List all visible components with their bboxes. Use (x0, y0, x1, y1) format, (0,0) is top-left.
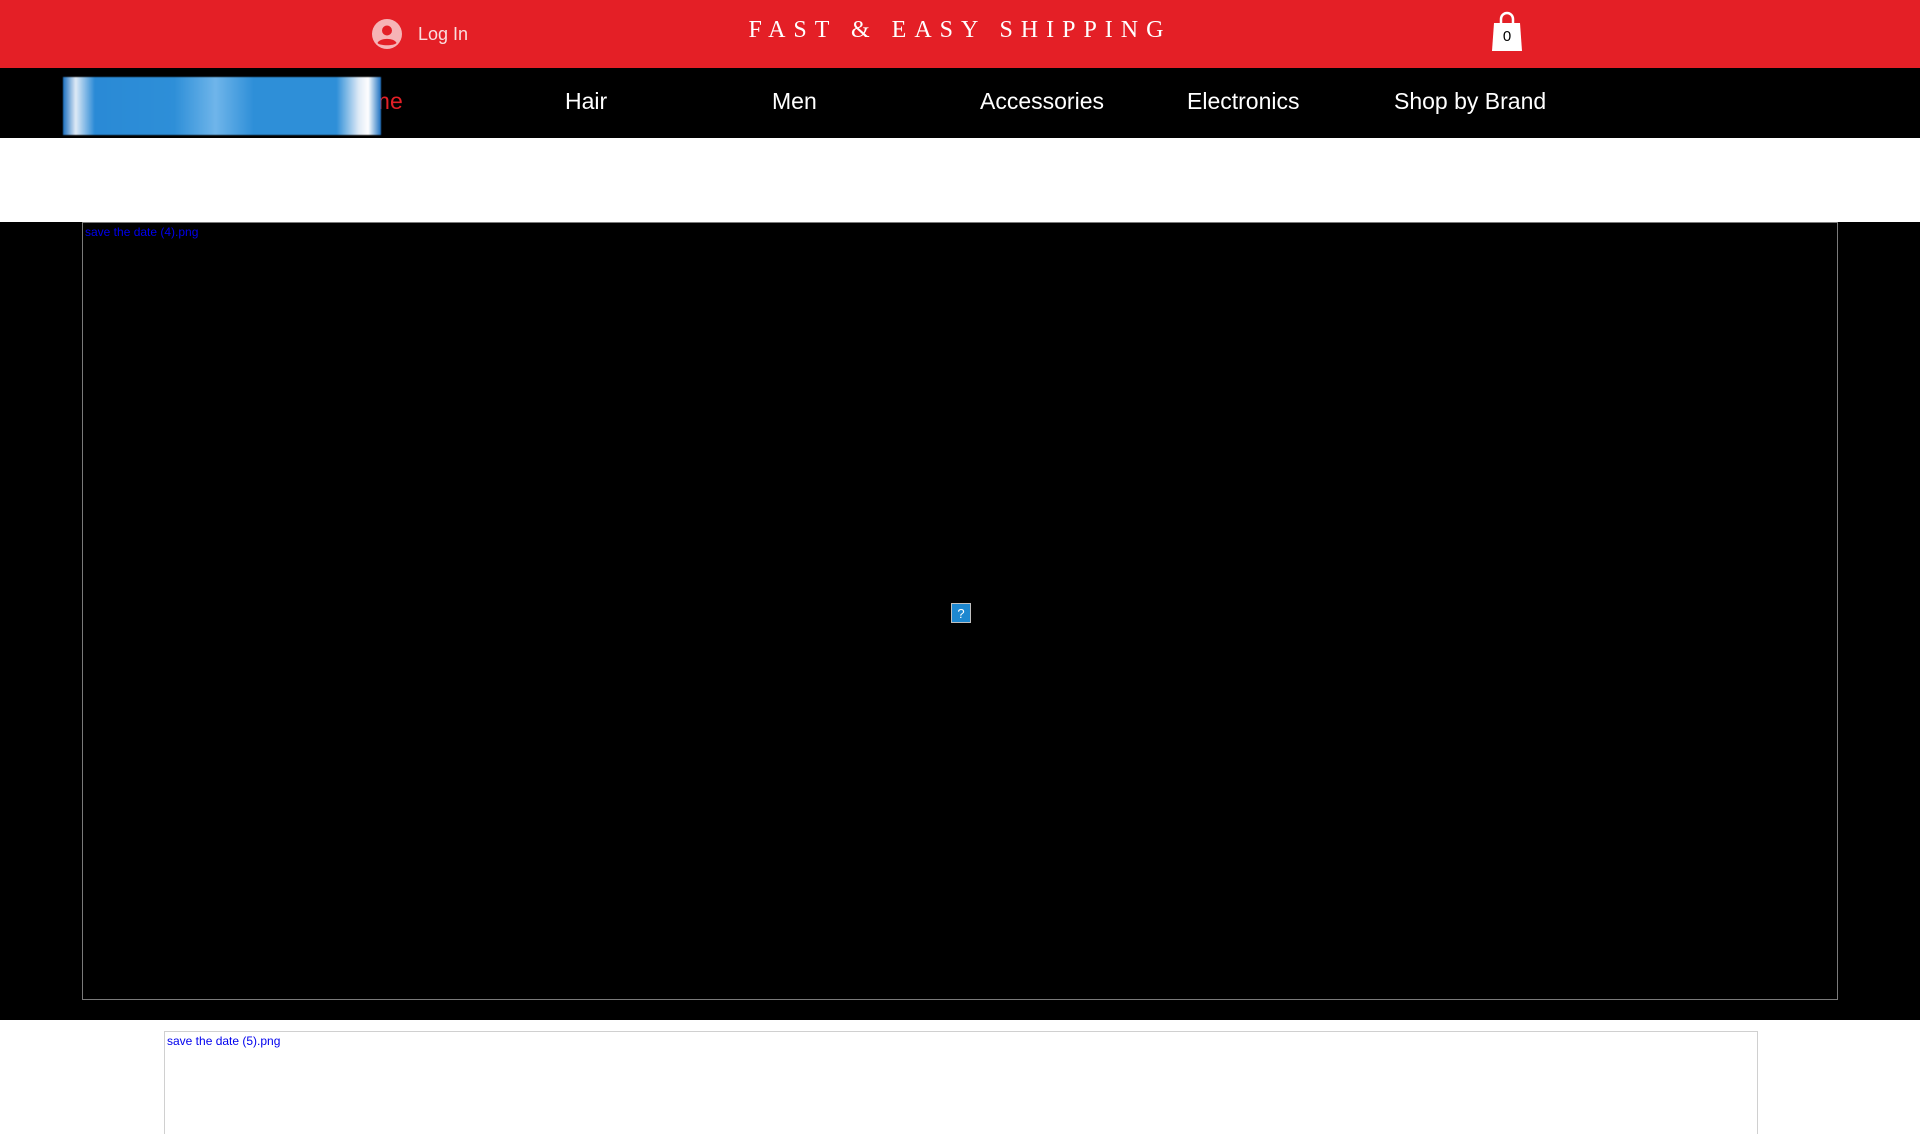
user-avatar-icon (372, 19, 402, 49)
broken-image-icon: ? (951, 603, 971, 623)
top-banner: Log In FAST & EASY SHIPPING 0 (0, 0, 1920, 68)
login-button[interactable]: Log In (372, 16, 468, 52)
main-nav: ome Hair Men Accessories Electronics Sho… (0, 68, 1920, 138)
second-image-alt-text: save the date (5).png (167, 1034, 281, 1048)
broken-image-glyph: ? (957, 605, 965, 621)
second-image-frame: save the date (5).png (164, 1031, 1758, 1134)
cart-count: 0 (1502, 28, 1512, 45)
page: Log In FAST & EASY SHIPPING 0 ome Hair M… (0, 0, 1920, 1134)
nav-item-electronics[interactable]: Electronics (1187, 88, 1299, 118)
cart-button[interactable]: 0 (1490, 11, 1524, 53)
nav-item-hair[interactable]: Hair (565, 88, 607, 118)
hero-section: save the date (4).png ? (0, 222, 1920, 1020)
shipping-banner-text: FAST & EASY SHIPPING (748, 17, 1172, 43)
hero-image-alt-text: save the date (4).png (85, 225, 199, 239)
login-label: Log In (418, 23, 469, 44)
site-logo[interactable] (63, 77, 381, 135)
nav-item-accessories[interactable]: Accessories (980, 88, 1104, 118)
nav-item-shop-by-brand[interactable]: Shop by Brand (1394, 88, 1546, 118)
nav-item-men[interactable]: Men (772, 88, 817, 118)
hero-image-frame: save the date (4).png ? (82, 222, 1838, 1000)
